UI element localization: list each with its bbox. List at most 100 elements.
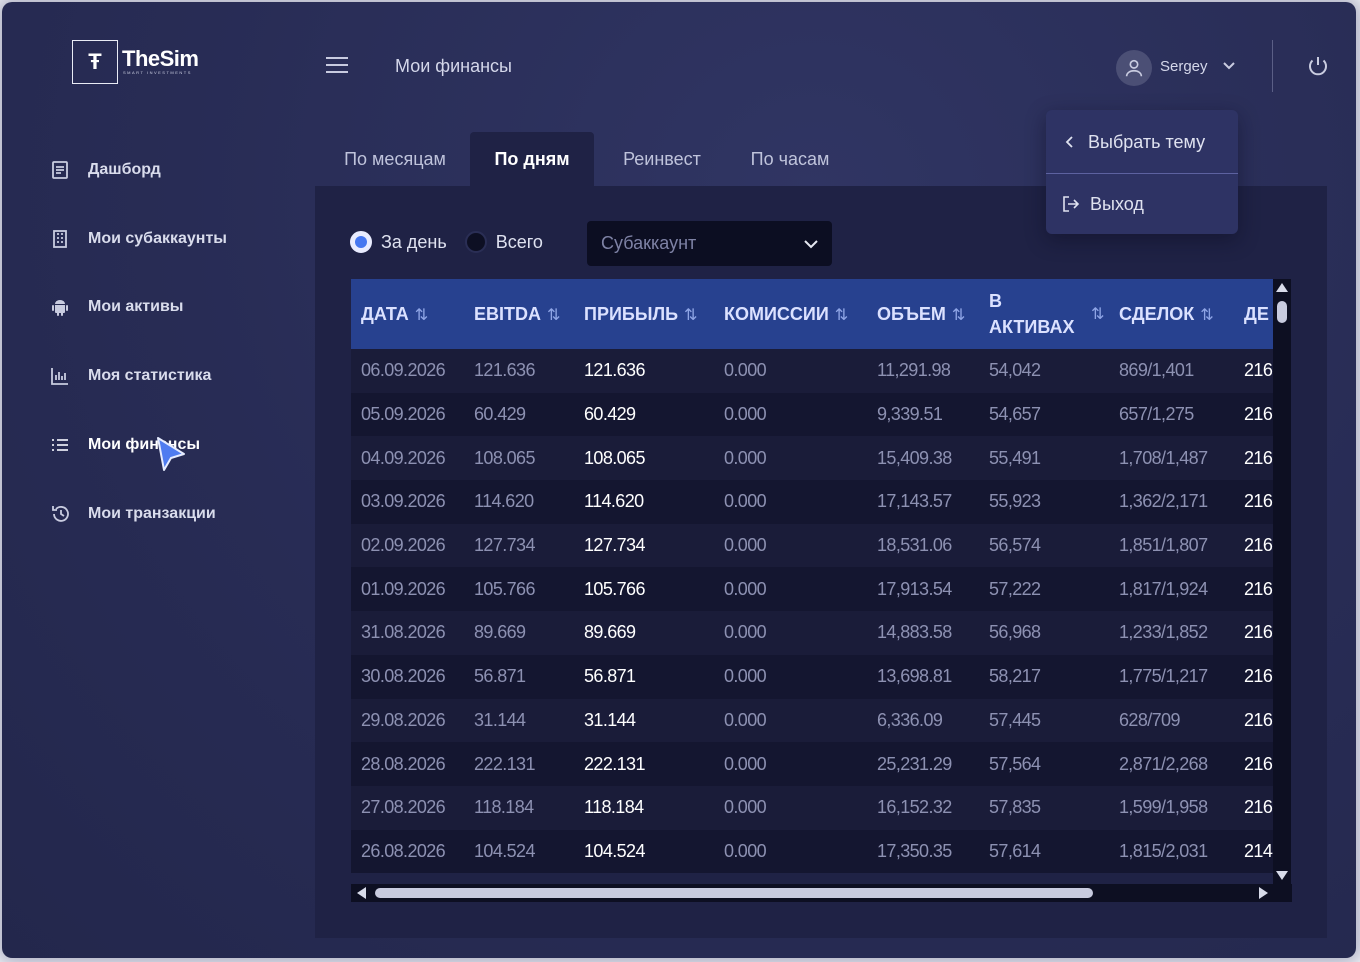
- building-icon: [53, 230, 67, 248]
- table-row[interactable]: 04.09.2026 108.065 108.065 0.000 15,409.38 55…: [351, 436, 1273, 481]
- table-row[interactable]: 03.09.2026 114.620 114.620 0.000 17,143.57 55…: [351, 480, 1273, 524]
- list-icon: [52, 439, 68, 451]
- horizontal-scrollbar[interactable]: [351, 884, 1292, 902]
- table-row[interactable]: 27.08.2026 118.184 118.184 0.000 16,152.32 57…: [351, 785, 1273, 830]
- avatar[interactable]: [1116, 50, 1152, 86]
- table-row[interactable]: 31.08.2026 89.669 89.669 0.000 14,883.58 56,9…: [351, 611, 1273, 655]
- sort-icon[interactable]: ⇅: [835, 307, 848, 324]
- table-cell: 56,968: [989, 622, 1041, 643]
- table-cell: 0.000: [724, 840, 767, 861]
- table-cell: 216,: [1244, 622, 1273, 643]
- table-cell: 2,871/2,268: [1119, 753, 1208, 774]
- sort-icon[interactable]: ⇅: [684, 307, 697, 324]
- table-cell: 114.620: [584, 491, 644, 512]
- scroll-down-arrow-icon[interactable]: [1276, 871, 1288, 880]
- table-cell: 28.08.2026: [361, 753, 446, 774]
- username[interactable]: Sergey: [1160, 58, 1208, 75]
- sort-icon[interactable]: ⇅: [952, 307, 965, 324]
- column-header-truncated[interactable]: ДЕ: [1234, 279, 1273, 349]
- column-header-in-assets[interactable]: В АКТИВАХ ⇅: [979, 279, 1109, 349]
- table-cell: 0.000: [724, 535, 767, 556]
- finance-table: ДАТА ⇅ EBITDA ⇅ ПРИБЫЛЬ ⇅ КОМИССИИ ⇅ ОБЪЕМ ⇅ …: [351, 279, 1273, 874]
- table-cell: 222.131: [584, 753, 645, 774]
- tab-days[interactable]: По дням: [470, 132, 594, 187]
- table-cell: 26.08.2026: [361, 840, 446, 861]
- table-cell: 56.871: [584, 666, 636, 687]
- table-row[interactable]: 06.09.2026 121.636 121.636 0.000 11,291.98 54…: [351, 349, 1273, 393]
- menu-item-logout[interactable]: Выход: [1046, 174, 1238, 234]
- sidebar-item-dashboard[interactable]: Дашборд: [50, 155, 161, 185]
- logo-mark[interactable]: Ŧ: [72, 40, 118, 84]
- table-cell: 216,: [1244, 797, 1273, 818]
- column-header-profit[interactable]: ПРИБЫЛЬ ⇅: [574, 279, 714, 349]
- power-icon[interactable]: [1306, 54, 1330, 78]
- column-header-date[interactable]: ДАТА ⇅: [351, 279, 464, 349]
- table-cell: 57,222: [989, 578, 1041, 599]
- scroll-left-arrow-icon[interactable]: [357, 887, 366, 899]
- column-header-ebitda[interactable]: EBITDA ⇅: [464, 279, 574, 349]
- scrollbar-thumb[interactable]: [375, 888, 1093, 898]
- tab-months[interactable]: По месяцам: [322, 132, 468, 187]
- table-cell: 214,: [1244, 840, 1273, 861]
- sort-icon[interactable]: ⇅: [415, 307, 428, 324]
- menu-item-choose-theme[interactable]: Выбрать тему: [1046, 112, 1238, 172]
- radio-per-day[interactable]: За день: [350, 231, 447, 253]
- table-cell: 17,143.57: [877, 491, 952, 512]
- sort-icon[interactable]: ⇅: [1200, 307, 1213, 324]
- sort-icon[interactable]: ⇅: [1091, 304, 1104, 324]
- menu-toggle-icon[interactable]: [326, 57, 348, 75]
- scroll-right-arrow-icon[interactable]: [1259, 887, 1268, 899]
- radio-dot[interactable]: [464, 231, 487, 253]
- page-title: Мои финансы: [395, 56, 512, 76]
- table-row[interactable]: 01.09.2026 105.766 105.766 0.000 17,913.54 57…: [351, 567, 1273, 612]
- sidebar-item-statistics[interactable]: Моя статистика: [50, 361, 211, 391]
- table-cell: 104.524: [584, 840, 645, 861]
- column-header-commissions[interactable]: КОМИССИИ ⇅: [714, 279, 867, 349]
- scrollbar-thumb[interactable]: [1277, 301, 1287, 323]
- table-cell: 57,445: [989, 709, 1041, 730]
- scroll-up-arrow-icon[interactable]: [1276, 283, 1288, 292]
- table-cell: 108.065: [584, 447, 645, 468]
- table-cell: 0.000: [724, 753, 767, 774]
- table-cell: 1,233/1,852: [1119, 622, 1208, 643]
- table-row[interactable]: 05.09.2026 60.429 60.429 0.000 9,339.51 54,65…: [351, 392, 1273, 437]
- table-cell: 27.08.2026: [361, 797, 446, 818]
- table-cell: 104.524: [474, 840, 535, 861]
- sidebar-item-label: Мои активы: [88, 298, 184, 315]
- table-row[interactable]: 29.08.2026 31.144 31.144 0.000 6,336.09 57,44…: [351, 698, 1273, 743]
- chevron-down-icon[interactable]: [1221, 57, 1237, 73]
- table-cell: 60.429: [474, 404, 526, 425]
- table-row[interactable]: 28.08.2026 222.131 222.131 0.000 25,231.29 57…: [351, 742, 1273, 786]
- sidebar-item-assets[interactable]: Мои активы: [50, 292, 183, 322]
- table-cell: 121.636: [474, 360, 535, 381]
- table-row[interactable]: 02.09.2026 127.734 127.734 0.000 18,531.06 56…: [351, 523, 1273, 568]
- app-window: Ŧ TheSim SMART INVESTMENTS Мои финансы S…: [2, 2, 1356, 958]
- radio-dot-selected[interactable]: [350, 231, 372, 253]
- sort-icon[interactable]: ⇅: [547, 307, 560, 324]
- bar-chart-icon: [51, 368, 68, 385]
- table-cell: 57,564: [989, 753, 1041, 774]
- table-row[interactable]: 26.08.2026 104.524 104.524 0.000 17,350.35 57…: [351, 829, 1273, 874]
- table-cell: 31.144: [474, 709, 526, 730]
- radio-label: За день: [381, 231, 447, 252]
- vertical-scrollbar[interactable]: [1273, 279, 1291, 884]
- sidebar-item-transactions[interactable]: Мои транзакции: [50, 499, 216, 529]
- table-cell: 18,531.06: [877, 535, 952, 556]
- sidebar-item-subaccounts[interactable]: Мои субаккаунты: [50, 224, 227, 254]
- table-cell: 11,291.98: [877, 360, 951, 381]
- radio-total[interactable]: Всего: [464, 231, 543, 253]
- sidebar-item-label: Мои субаккаунты: [88, 230, 227, 247]
- table-cell: 30.08.2026: [361, 666, 446, 687]
- table-cell: 01.09.2026: [361, 578, 446, 599]
- table-row[interactable]: 30.08.2026 56.871 56.871 0.000 13,698.81 58,2…: [351, 654, 1273, 699]
- tab-reinvest[interactable]: Реинвест: [604, 132, 720, 187]
- column-header-volume[interactable]: ОБЪЕМ ⇅: [867, 279, 979, 349]
- table-cell: 0.000: [724, 447, 767, 468]
- table-header-row: ДАТА ⇅ EBITDA ⇅ ПРИБЫЛЬ ⇅ КОМИССИИ ⇅ ОБЪЕМ ⇅ …: [351, 279, 1273, 349]
- subaccount-select[interactable]: Субаккаунт: [587, 221, 832, 266]
- table-cell: 14,883.58: [877, 622, 952, 643]
- table-cell: 0.000: [724, 578, 767, 599]
- table-cell: 0.000: [724, 360, 767, 381]
- column-header-deals[interactable]: СДЕЛОК ⇅: [1109, 279, 1234, 349]
- tab-hours[interactable]: По часам: [730, 132, 850, 187]
